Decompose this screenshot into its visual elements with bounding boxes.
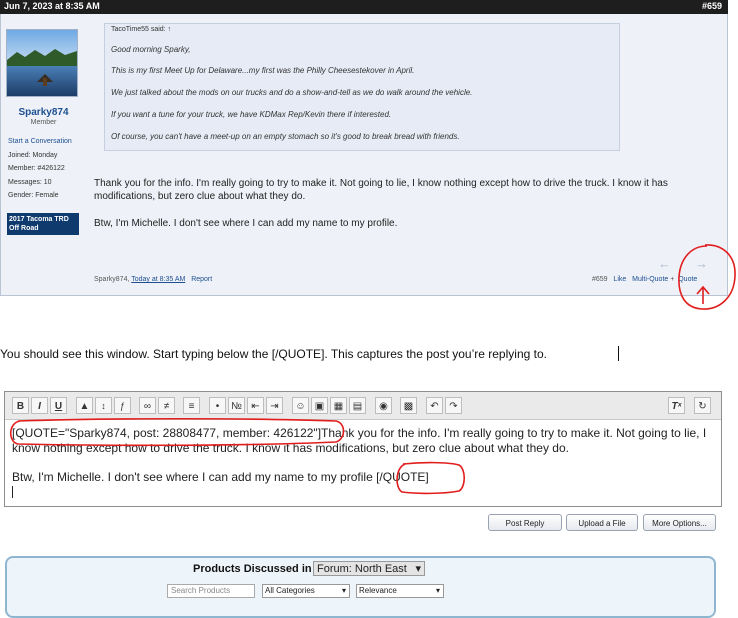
numbered-list-icon: № [231,401,242,412]
avatar[interactable] [6,29,78,97]
post-header: Jun 7, 2023 at 8:35 AM #659 [0,0,728,14]
more-options-button[interactable]: More Options... [643,514,716,531]
media-button[interactable]: ▦ [330,397,347,414]
footer-post-number[interactable]: #659 [592,276,608,283]
undo-button[interactable]: ↶ [426,397,443,414]
post-date: Jun 7, 2023 at 8:35 AM [4,1,100,11]
post-reply-button[interactable]: Post Reply [488,514,562,531]
code-button[interactable]: ▤ [349,397,366,414]
report-link[interactable]: Report [191,276,212,283]
sort-select[interactable]: Relevance ▾ [356,584,444,598]
italic-button[interactable]: I [31,397,48,414]
post-body-paragraph: Btw, I'm Michelle. I don't see where I c… [94,218,398,229]
annotation-oval-quote-open [9,417,345,447]
media-icon: ▦ [333,401,344,412]
toggle-bbcode-icon: ↻ [698,401,707,412]
start-conversation-link[interactable]: Start a Conversation [8,138,72,145]
post-footer-left: Sparky874, Today at 8:35 AM Report [94,276,212,283]
category-select-value: All Categories [265,586,315,595]
text-cursor [618,346,619,361]
smilie-button[interactable]: ☺ [292,397,309,414]
font-size-button[interactable]: ↕ [95,397,112,414]
bold-button[interactable]: B [12,397,29,414]
username[interactable]: Sparky874 [5,107,82,118]
editor-text[interactable]: Btw, I'm Michelle. I don't see where I c… [12,470,429,484]
annotation-circle-quote [678,244,736,310]
category-select[interactable]: All Categories ▾ [262,584,350,598]
annotation-oval-quote-close [396,461,466,495]
multi-quote-link[interactable]: Multi-Quote [632,276,668,283]
undo-icon: ↶ [430,401,439,412]
outdent-button[interactable]: ⇤ [247,397,264,414]
link-icon: ∞ [143,401,152,412]
user-title: Member [30,119,57,126]
products-title: Products Discussed in [193,563,312,575]
post-body-paragraph: Thank you for the info. I'm really going… [94,178,668,202]
unlink-button[interactable]: ≠ [158,397,175,414]
gender: Gender: Female [8,192,59,199]
align-button[interactable]: ≡ [183,397,200,414]
text-color-button[interactable]: ▲ [76,397,93,414]
footer-time[interactable]: Today at 8:35 AM [131,276,185,283]
editor-line-text: Btw, I'm Michelle. I don't see where I c… [12,470,373,484]
search-products-input[interactable]: Search Products [167,584,255,598]
text-color-icon: ▲ [79,401,90,412]
clear-format-button[interactable]: Tˣ [668,397,685,414]
align-left-icon: ≡ [188,401,195,412]
forum-select[interactable]: Forum: North East ▾ [313,561,425,576]
forum-select-value: Forum: North East [317,563,407,575]
save-draft-button[interactable]: ▩ [400,397,417,414]
quote-line: This is my first Meet Up for Delaware...… [111,66,415,75]
member-number: Member: #426122 [8,165,65,172]
message-count: Messages: 10 [8,179,52,186]
image-button[interactable]: ▣ [311,397,328,414]
outdent-icon: ⇤ [251,401,260,412]
font-family-button[interactable]: ƒ [114,397,131,414]
chevron-down-icon: ▾ [435,586,440,595]
numbered-list-button[interactable]: № [228,397,245,414]
post-number[interactable]: #659 [702,1,722,11]
camera-icon: ◉ [379,401,388,412]
image-icon: ▣ [314,401,325,412]
redo-icon: ↷ [449,401,458,412]
plus-icon: + [670,276,675,283]
upload-file-button[interactable]: Upload a File [566,514,638,531]
sort-select-value: Relevance [359,586,397,595]
joined-date: Joined: Monday [8,152,58,159]
chevron-down-icon: ▾ [415,563,421,575]
camera-button[interactable]: ◉ [375,397,392,414]
save-icon: ▩ [403,401,414,412]
bullet-list-icon: • [215,401,220,412]
font-family-icon: ƒ [119,401,125,411]
indent-button[interactable]: ⇥ [266,397,283,414]
quote-line: Good morning Sparky, [111,45,191,54]
code-icon: ▤ [352,401,363,412]
bullet-list-button[interactable]: • [209,397,226,414]
quote-line: Of course, you can't have a meet-up on a… [111,132,460,141]
quote-author[interactable]: TacoTime55 said: ↑ [111,26,171,33]
footer-author[interactable]: Sparky874, [94,276,129,283]
clear-format-icon: Tˣ [671,401,682,412]
like-link[interactable]: Like [613,276,626,283]
redo-button[interactable]: ↷ [445,397,462,414]
editor-caret [12,486,13,498]
lake-avatar-image [7,30,77,96]
arrow-left-icon[interactable]: ← [658,256,671,271]
truck-badge: 2017 Tacoma TRD Off Road [7,213,79,235]
smilie-icon: ☺ [295,401,306,412]
instruction-text: You should see this window. Start typing… [0,347,547,361]
indent-icon: ⇥ [270,401,279,412]
quote-line: If you want a tune for your truck, we ha… [111,110,392,119]
underline-button[interactable]: U [50,397,67,414]
toggle-bbcode-button[interactable]: ↻ [694,397,711,414]
chevron-down-icon: ▾ [341,586,346,595]
link-button[interactable]: ∞ [139,397,156,414]
quote-line: We just talked about the mods on our tru… [111,88,473,97]
unlink-icon: ≠ [163,401,170,412]
font-size-icon: ↕ [101,401,106,411]
